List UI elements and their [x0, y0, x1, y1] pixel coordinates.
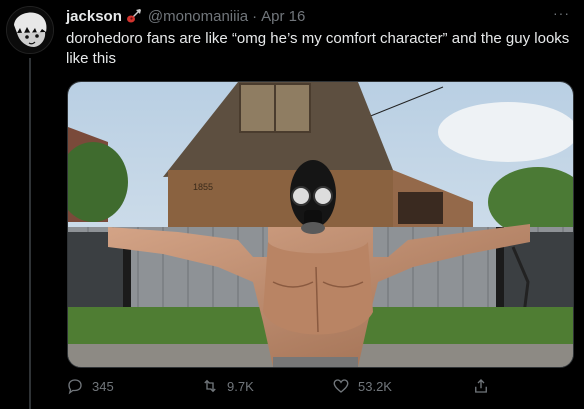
share-button[interactable]	[472, 377, 490, 395]
share-icon	[475, 379, 487, 393]
thread-line	[29, 58, 31, 409]
retweet-count: 9.7K	[227, 378, 254, 394]
reply-count: 345	[92, 378, 114, 394]
reply-icon	[68, 379, 82, 395]
like-button[interactable]: 53.2K	[332, 377, 392, 395]
tweet-media[interactable]: 1855	[67, 81, 574, 368]
heart-icon	[333, 379, 349, 393]
house-sign-text: 1855	[193, 182, 213, 192]
tweet-actions: 345 9.7K 53.2K	[66, 377, 571, 399]
more-options-icon[interactable]: ···	[553, 5, 570, 21]
avatar[interactable]	[6, 6, 54, 54]
reply-button[interactable]: 345	[66, 377, 114, 395]
retweet-button[interactable]: 9.7K	[201, 377, 254, 395]
user-handle[interactable]: @monomaniiia	[148, 8, 248, 25]
tweet-date[interactable]: Apr 16	[261, 8, 305, 25]
retweet-icon	[204, 379, 216, 393]
like-count: 53.2K	[358, 378, 392, 394]
display-name[interactable]: jackson	[66, 8, 122, 25]
tweet-header: jackson @monomaniiia · Apr 16	[66, 6, 305, 26]
tweet-text: dorohedoro fans are like “omg he’s my co…	[66, 30, 570, 67]
guitar-icon	[126, 8, 142, 24]
separator-dot: ·	[252, 7, 258, 25]
